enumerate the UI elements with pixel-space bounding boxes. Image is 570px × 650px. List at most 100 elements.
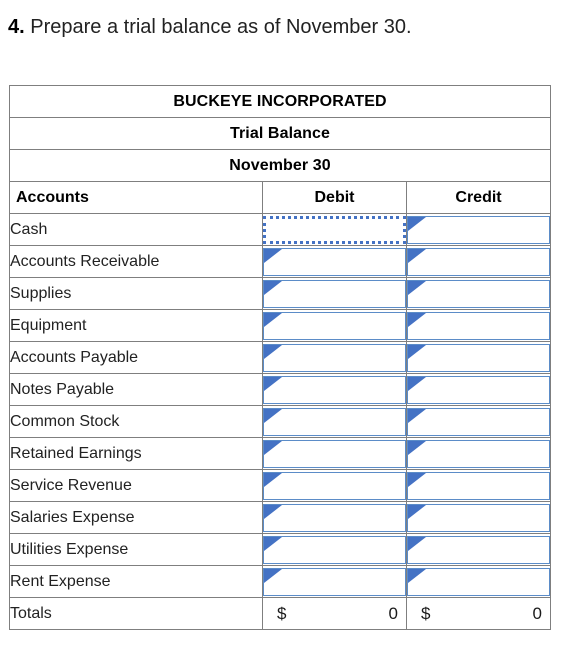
totals-debit-cell: $ 0 (262, 597, 407, 630)
table-row: Notes Payable (9, 373, 552, 406)
totals-row: Totals $ 0 $ 0 (9, 597, 552, 630)
table-row: Equipment (9, 309, 552, 342)
debit-cell (262, 437, 407, 470)
debit-input-service-revenue[interactable] (263, 471, 406, 500)
cell-marker-triangle-icon (408, 536, 426, 551)
totals-debit-amount: 0 (388, 603, 398, 623)
totals-credit-currency: $ (421, 603, 431, 623)
cell-marker-triangle-icon (408, 280, 426, 295)
credit-input-equipment[interactable] (407, 311, 551, 340)
account-name: Salaries Expense (9, 501, 263, 534)
cell-marker-triangle-icon (408, 216, 426, 231)
credit-input-service-revenue[interactable] (407, 471, 551, 500)
cell-marker-triangle-icon (408, 408, 426, 423)
credit-cell (405, 405, 552, 438)
table-row: Common Stock (9, 405, 552, 438)
cell-marker-triangle-icon (264, 248, 282, 263)
question-number: 4. (8, 16, 25, 38)
credit-cell (405, 277, 552, 310)
debit-cell (262, 245, 407, 278)
cell-marker-triangle-icon (264, 472, 282, 487)
cell-marker-triangle-icon (264, 440, 282, 455)
debit-cell (262, 469, 407, 502)
table-row: Accounts Receivable (9, 245, 552, 278)
table-row: Accounts Payable (9, 341, 552, 374)
credit-cell (405, 469, 552, 502)
credit-input-utilities-expense[interactable] (407, 535, 551, 564)
cell-marker-triangle-icon (264, 280, 282, 295)
cell-marker-triangle-icon (408, 312, 426, 327)
credit-input-salaries-expense[interactable] (407, 503, 551, 532)
debit-cell (262, 405, 407, 438)
account-name: Common Stock (9, 405, 263, 438)
account-name: Accounts Receivable (9, 245, 263, 278)
account-name: Rent Expense (9, 565, 263, 598)
account-name: Notes Payable (9, 373, 263, 406)
debit-cell (262, 373, 407, 406)
column-header-accounts: Accounts (9, 181, 263, 214)
cell-marker-triangle-icon (408, 376, 426, 391)
debit-input-salaries-expense[interactable] (263, 503, 406, 532)
credit-cell (405, 341, 552, 374)
column-header-row: Accounts Debit Credit (9, 181, 552, 214)
debit-input-equipment[interactable] (263, 311, 406, 340)
debit-input-accounts-payable[interactable] (263, 343, 406, 372)
credit-cell (405, 437, 552, 470)
cell-marker-triangle-icon (408, 472, 426, 487)
credit-input-notes-payable[interactable] (407, 375, 551, 404)
trial-balance-table-wrapper: BUCKEYE INCORPORATED Trial Balance Novem… (8, 85, 552, 630)
debit-input-cash[interactable] (263, 215, 406, 244)
cell-marker-triangle-icon (408, 504, 426, 519)
question-prompt: 4. Prepare a trial balance as of Novembe… (8, 14, 412, 40)
totals-debit-currency: $ (277, 603, 287, 623)
cell-marker-triangle-icon (408, 440, 426, 455)
table-title-row-company: BUCKEYE INCORPORATED (8, 85, 552, 118)
debit-input-supplies[interactable] (263, 279, 406, 308)
credit-cell (405, 565, 552, 598)
account-name: Retained Earnings (9, 437, 263, 470)
debit-input-notes-payable[interactable] (263, 375, 406, 404)
cell-marker-triangle-icon (264, 312, 282, 327)
table-title-row-statement: Trial Balance (8, 117, 552, 150)
debit-input-rent-expense[interactable] (263, 567, 406, 596)
credit-input-supplies[interactable] (407, 279, 551, 308)
credit-input-retained-earnings[interactable] (407, 439, 551, 468)
cell-marker-triangle-icon (408, 344, 426, 359)
credit-input-common-stock[interactable] (407, 407, 551, 436)
trial-balance-table: BUCKEYE INCORPORATED Trial Balance Novem… (8, 85, 552, 630)
table-row: Cash (9, 213, 552, 246)
credit-input-cash[interactable] (407, 215, 551, 244)
cell-marker-triangle-icon (264, 376, 282, 391)
account-name: Service Revenue (9, 469, 263, 502)
debit-cell (262, 309, 407, 342)
debit-cell (262, 277, 407, 310)
credit-cell (405, 533, 552, 566)
credit-input-rent-expense[interactable] (407, 567, 551, 596)
question-text: Prepare a trial balance as of November 3… (30, 16, 412, 38)
debit-cell (262, 501, 407, 534)
statement-name-cell: Trial Balance (8, 117, 552, 150)
table-row: Rent Expense (9, 565, 552, 598)
cell-marker-triangle-icon (264, 344, 282, 359)
table-row: Utilities Expense (9, 533, 552, 566)
debit-input-accounts-receivable[interactable] (263, 247, 406, 276)
cell-marker-triangle-icon (264, 568, 282, 583)
cell-marker-triangle-icon (408, 568, 426, 583)
totals-label: Totals (9, 597, 263, 630)
column-header-credit: Credit (405, 181, 552, 214)
debit-cell (262, 533, 407, 566)
debit-input-utilities-expense[interactable] (263, 535, 406, 564)
credit-input-accounts-payable[interactable] (407, 343, 551, 372)
cell-marker-triangle-icon (264, 504, 282, 519)
credit-cell (405, 501, 552, 534)
totals-credit-cell: $ 0 (405, 597, 552, 630)
credit-cell (405, 309, 552, 342)
trial-balance-body: BUCKEYE INCORPORATED Trial Balance Novem… (8, 85, 552, 630)
debit-input-common-stock[interactable] (263, 407, 406, 436)
debit-input-retained-earnings[interactable] (263, 439, 406, 468)
table-title-row-period: November 30 (8, 149, 552, 182)
credit-input-accounts-receivable[interactable] (407, 247, 551, 276)
cell-marker-triangle-icon (264, 408, 282, 423)
account-name: Cash (9, 213, 263, 246)
company-name-cell: BUCKEYE INCORPORATED (8, 85, 552, 118)
